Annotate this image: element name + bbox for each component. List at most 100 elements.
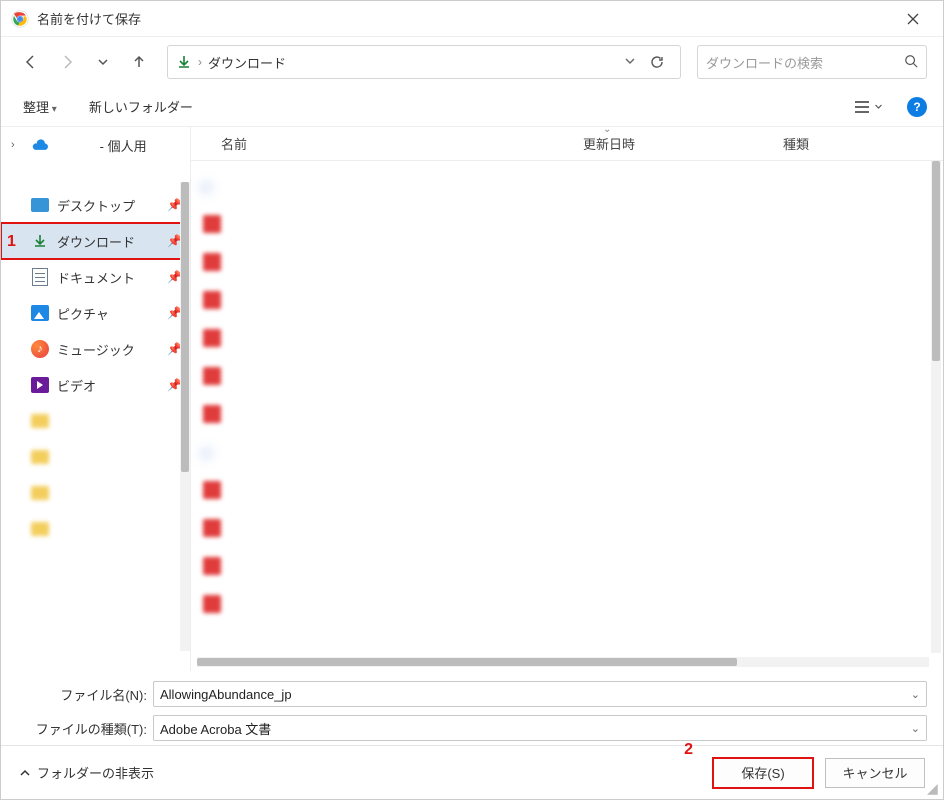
sort-indicator-icon: ⌄	[603, 124, 611, 135]
save-options: ファイル名(N): AllowingAbundance_jp ⌄ ファイルの種類…	[1, 671, 943, 745]
sidebar-item-videos[interactable]: ビデオ 📌	[1, 367, 190, 403]
file-icon	[203, 519, 221, 537]
list-item[interactable]	[203, 585, 923, 623]
content-area: › - 個人用 デスクトップ 📌 ダウンロード 📌	[1, 127, 943, 671]
file-list-area: 名前 ⌄ 更新日時 種類 ▾	[191, 127, 943, 671]
chevron-down-icon[interactable]: ⌄	[911, 688, 920, 701]
hide-folders-label: フォルダーの非表示	[37, 763, 154, 782]
search-placeholder: ダウンロードの検索	[706, 53, 904, 72]
resize-grip-icon[interactable]: ◢	[927, 783, 939, 795]
video-icon	[31, 376, 49, 394]
filename-label: ファイル名(N):	[17, 685, 147, 704]
sidebar-onedrive-label: - 個人用	[57, 136, 182, 155]
folder-icon	[31, 484, 49, 502]
address-dropdown-icon[interactable]	[624, 55, 636, 70]
sidebar-pictures-label: ピクチャ	[57, 304, 159, 323]
sidebar-item-blurred[interactable]	[1, 403, 190, 439]
organize-menu[interactable]: 整理	[17, 93, 63, 120]
filetype-select[interactable]: Adobe Acroba 文書 ⌄	[153, 715, 927, 741]
search-icon	[904, 54, 918, 71]
annotation-1: 1	[7, 233, 16, 251]
forward-button[interactable]	[53, 48, 81, 76]
column-name[interactable]: 名前	[221, 134, 583, 153]
file-icon	[203, 481, 221, 499]
list-group-header[interactable]: ▾	[203, 433, 923, 471]
back-button[interactable]	[17, 48, 45, 76]
column-headers: 名前 ⌄ 更新日時 種類	[191, 127, 943, 161]
sidebar-music-label: ミュージック	[57, 340, 159, 359]
file-icon	[203, 329, 221, 347]
music-icon	[31, 340, 49, 358]
column-type[interactable]: 種類	[783, 134, 943, 153]
cloud-icon	[31, 136, 49, 154]
recent-locations-button[interactable]	[89, 48, 117, 76]
search-box[interactable]: ダウンロードの検索	[697, 45, 927, 79]
hide-folders-toggle[interactable]: フォルダーの非表示	[19, 763, 154, 782]
dialog-footer: フォルダーの非表示 保存(S) キャンセル	[1, 745, 943, 799]
chevron-up-icon	[19, 767, 31, 779]
file-icon	[203, 405, 221, 423]
new-folder-button[interactable]: 新しいフォルダー	[83, 93, 199, 120]
sidebar-item-downloads[interactable]: ダウンロード 📌	[1, 223, 190, 259]
file-icon	[203, 291, 221, 309]
save-button[interactable]: 保存(S)	[713, 758, 813, 788]
column-modified[interactable]: ⌄ 更新日時	[583, 134, 783, 153]
chevron-down-icon[interactable]: ⌄	[911, 722, 920, 735]
file-list-horizontal-scrollbar[interactable]	[197, 657, 929, 667]
save-as-dialog: 名前を付けて保存 › ダウンロード	[0, 0, 944, 800]
folder-icon	[31, 412, 49, 430]
file-icon	[203, 253, 221, 271]
close-button[interactable]	[891, 5, 935, 33]
list-group-header[interactable]: ▾	[203, 167, 923, 205]
titlebar: 名前を付けて保存	[1, 1, 943, 37]
address-location: ダウンロード	[208, 53, 618, 72]
file-list[interactable]: ▾	[191, 161, 943, 671]
window-title: 名前を付けて保存	[37, 9, 891, 28]
sidebar-videos-label: ビデオ	[57, 376, 159, 395]
sidebar-downloads-label: ダウンロード	[57, 232, 159, 251]
list-item[interactable]	[203, 205, 923, 243]
desktop-icon	[31, 196, 49, 214]
list-item[interactable]	[203, 471, 923, 509]
file-icon	[203, 595, 221, 613]
file-icon	[203, 215, 221, 233]
sidebar-item-pictures[interactable]: ピクチャ 📌	[1, 295, 190, 331]
breadcrumb-separator: ›	[198, 55, 202, 69]
list-item[interactable]	[203, 357, 923, 395]
list-item[interactable]	[203, 319, 923, 357]
sidebar-item-blurred[interactable]	[1, 439, 190, 475]
expand-icon[interactable]: ›	[11, 139, 23, 151]
command-bar: 整理 新しいフォルダー ?	[1, 87, 943, 127]
folder-icon	[31, 520, 49, 538]
help-button[interactable]: ?	[907, 97, 927, 117]
picture-icon	[31, 304, 49, 322]
sidebar-scrollbar[interactable]	[180, 182, 190, 651]
file-list-vertical-scrollbar[interactable]	[931, 161, 941, 653]
annotation-2: 2	[684, 741, 693, 759]
address-bar[interactable]: › ダウンロード	[167, 45, 681, 79]
list-item[interactable]	[203, 547, 923, 585]
sidebar-item-blurred[interactable]	[1, 511, 190, 547]
filename-input[interactable]: AllowingAbundance_jp ⌄	[153, 681, 927, 707]
file-icon	[203, 557, 221, 575]
sidebar-desktop-label: デスクトップ	[57, 196, 159, 215]
sidebar-item-onedrive[interactable]: › - 個人用	[1, 127, 190, 163]
sidebar-blurred-label	[57, 412, 182, 431]
cancel-button[interactable]: キャンセル	[825, 758, 925, 788]
sidebar-item-blurred[interactable]	[1, 475, 190, 511]
refresh-button[interactable]	[642, 54, 672, 70]
sidebar-item-music[interactable]: ミュージック 📌	[1, 331, 190, 367]
filetype-value: Adobe Acroba 文書	[160, 719, 911, 738]
chrome-icon	[11, 10, 29, 28]
list-item[interactable]	[203, 395, 923, 433]
download-icon	[31, 232, 49, 250]
list-item[interactable]	[203, 509, 923, 547]
view-options-button[interactable]	[848, 96, 889, 118]
sidebar-item-documents[interactable]: ドキュメント 📌	[1, 259, 190, 295]
sidebar-item-desktop[interactable]: デスクトップ 📌	[1, 187, 190, 223]
list-item[interactable]	[203, 281, 923, 319]
up-button[interactable]	[125, 48, 153, 76]
list-item[interactable]	[203, 243, 923, 281]
file-icon	[203, 367, 221, 385]
filename-value: AllowingAbundance_jp	[160, 687, 911, 702]
